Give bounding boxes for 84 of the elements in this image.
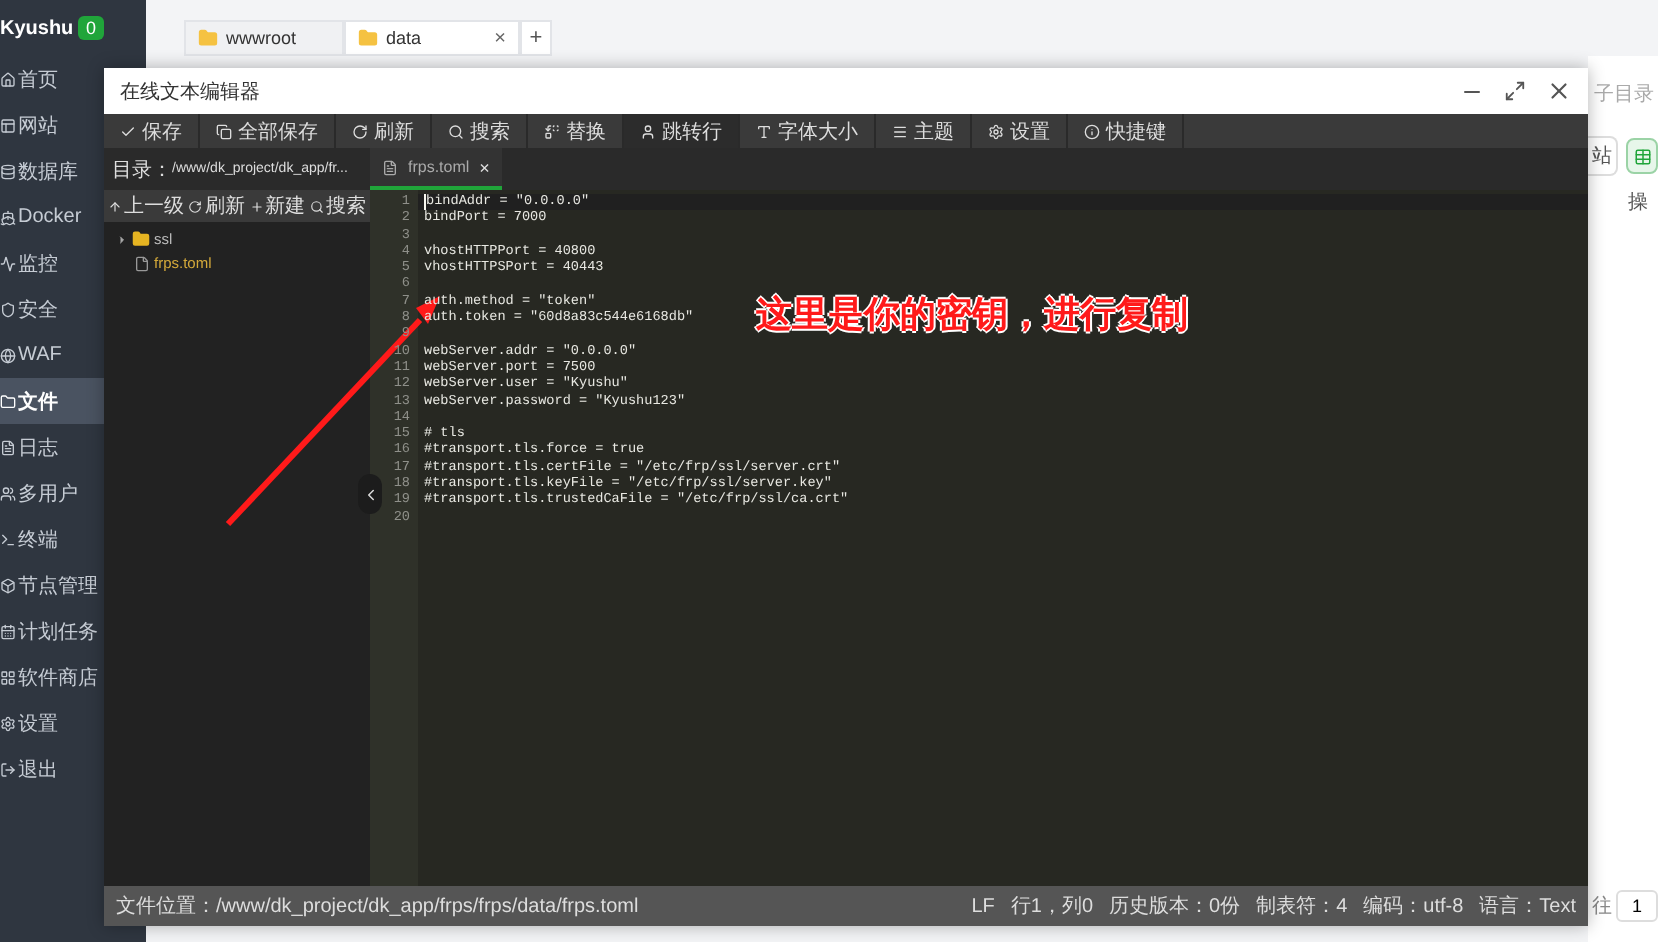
settings-icon	[988, 123, 1004, 139]
status-item: 语言：Text	[1479, 893, 1576, 920]
tab-label: wwwroot	[226, 28, 297, 48]
tab-label: data	[386, 28, 422, 48]
sidebar-item[interactable]: 监控	[0, 240, 146, 286]
directory-label: 目录：	[112, 157, 172, 183]
sidebar-item[interactable]: 节点管理	[0, 562, 146, 608]
layout-icon	[0, 117, 16, 133]
file-tab[interactable]: frps.toml ×	[370, 148, 502, 190]
maximize-button[interactable]	[1504, 80, 1526, 102]
file-path: 文件位置：/www/dk_project/dk_app/frps/frps/data/frps.toml	[116, 893, 639, 920]
type-icon	[756, 123, 772, 139]
sidebar-item[interactable]: 退出	[0, 746, 146, 792]
users-icon	[0, 485, 16, 501]
info-icon	[1084, 123, 1100, 139]
sidebar-item[interactable]: 日志	[0, 424, 146, 470]
file-icon	[134, 255, 150, 271]
close-icon	[1546, 78, 1572, 104]
calendar-icon	[0, 623, 16, 639]
search-icon	[448, 123, 464, 139]
sidebar-item[interactable]: 终端	[0, 516, 146, 562]
sidebar-item[interactable]: 设置	[0, 700, 146, 746]
person-icon	[640, 123, 656, 139]
add-tab-button[interactable]: +	[520, 20, 552, 56]
status-item: 历史版本：0份	[1109, 893, 1241, 920]
folder-tab[interactable]: data ×	[344, 20, 520, 56]
terminal-icon	[0, 531, 16, 547]
toolbar-button[interactable]: 跳转行	[624, 114, 740, 148]
code-editor[interactable]	[370, 190, 1588, 886]
maximize-icon	[1504, 80, 1526, 102]
table-view-button[interactable]	[1626, 138, 1658, 174]
status-item: 行1，列0	[1010, 894, 1094, 920]
home-icon	[0, 71, 16, 87]
refresh-icon	[188, 199, 203, 213]
table-icon	[1633, 147, 1651, 165]
shield-icon	[0, 301, 16, 317]
folder-icon	[0, 393, 16, 409]
folder-icon	[198, 28, 218, 48]
folder-tab[interactable]: wwwroot	[184, 20, 344, 56]
brand-name: Kyushu	[0, 17, 74, 39]
grid-icon	[0, 669, 16, 685]
check-icon	[120, 123, 136, 139]
status-item: 制表符：4	[1256, 893, 1348, 920]
sidebar-item[interactable]: 计划任务	[0, 608, 146, 654]
refresh-icon	[352, 123, 368, 139]
page-input[interactable]: 1	[1616, 890, 1658, 922]
status-item: LF	[971, 895, 995, 917]
sidebar-item[interactable]: WAF	[0, 332, 146, 378]
up-arrow-icon	[108, 199, 122, 213]
close-button[interactable]: ×	[479, 157, 490, 177]
collapse-handle[interactable]	[358, 474, 382, 514]
count-badge: 0	[77, 16, 104, 40]
document-icon	[0, 439, 16, 455]
site-button[interactable]: 站	[1588, 136, 1618, 176]
settings-icon	[0, 715, 16, 731]
search-icon	[309, 199, 324, 213]
menu-icon	[892, 123, 908, 139]
directory-action[interactable]: 刷新	[188, 192, 245, 220]
pager-label: 往	[1592, 893, 1612, 920]
status-item: 编码：utf-8	[1363, 893, 1464, 920]
directory-action[interactable]: 新建	[249, 192, 306, 220]
document-icon	[382, 159, 398, 175]
directory-action[interactable]: 搜索	[309, 192, 366, 220]
cube-icon	[0, 577, 16, 593]
copy-icon	[216, 123, 232, 139]
close-button[interactable]	[1546, 78, 1572, 104]
directory-action[interactable]: 上一级	[108, 192, 184, 220]
folder-icon	[132, 230, 150, 248]
column-header: 操	[1626, 190, 1650, 216]
logout-icon	[0, 761, 16, 777]
pulse-icon	[0, 255, 16, 271]
database-icon	[0, 163, 16, 179]
search-field-hint: 子目录	[1592, 82, 1656, 108]
ship-icon	[0, 209, 16, 225]
close-button[interactable]: ×	[494, 27, 506, 49]
plus-icon	[249, 199, 264, 213]
sidebar-item[interactable]: 安全	[0, 286, 146, 332]
folder-icon	[358, 28, 378, 48]
replace-icon	[544, 123, 560, 139]
window-title: 在线文本编辑器	[120, 79, 260, 105]
sidebar-item[interactable]: 多用户	[0, 470, 146, 516]
sidebar-item[interactable]: 软件商店	[0, 654, 146, 700]
globe-icon	[0, 347, 16, 363]
annotation-text: 这里是你的密钥，进行复制	[756, 292, 1188, 338]
